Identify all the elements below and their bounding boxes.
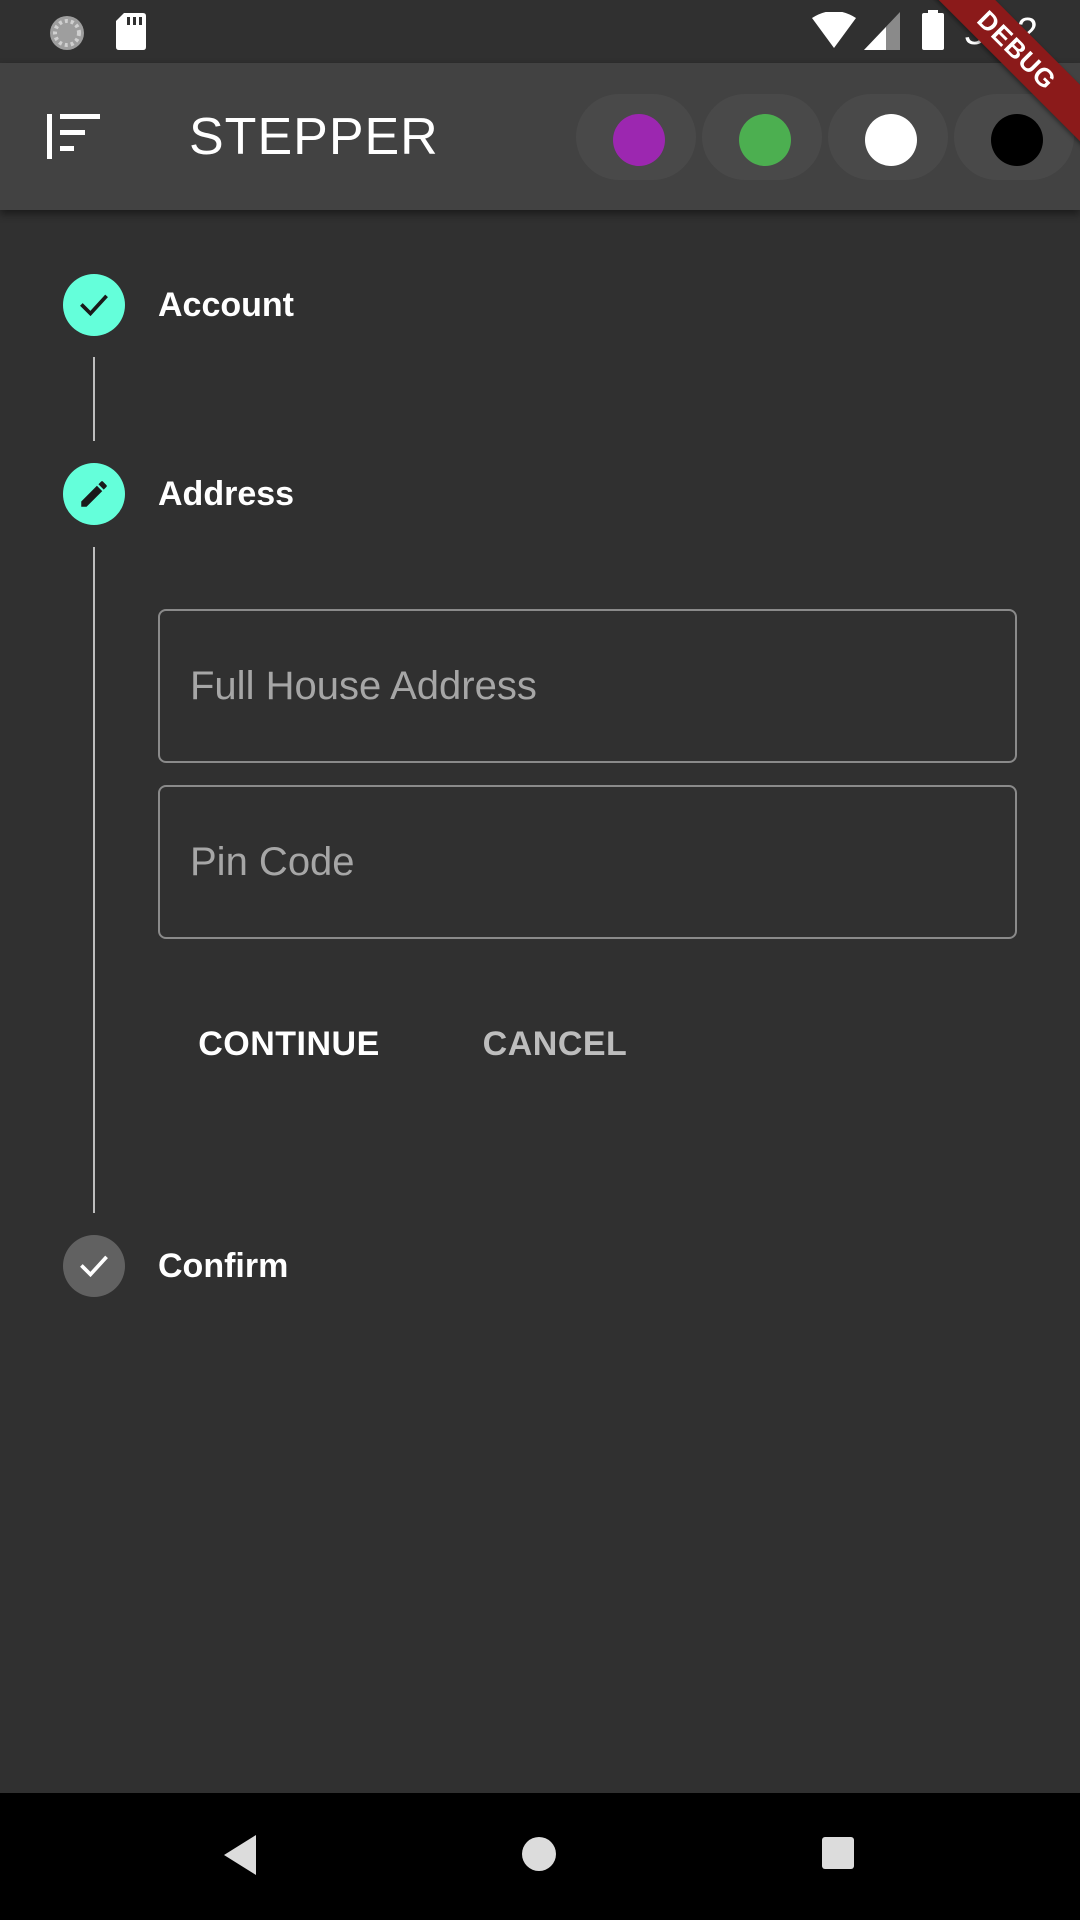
full-address-input[interactable]	[160, 611, 1015, 761]
white-color-swatch	[865, 114, 917, 166]
theme-white-button[interactable]	[828, 94, 948, 180]
black-color-swatch	[991, 114, 1043, 166]
system-nav-bar	[0, 1793, 1080, 1920]
green-color-swatch	[739, 114, 791, 166]
status-bar: 3:42	[0, 0, 1080, 63]
theme-green-button[interactable]	[702, 94, 822, 180]
step-confirm-indicator	[63, 1235, 125, 1297]
screen: 3:42 DEBUG STEPPER	[0, 0, 1080, 1920]
full-address-field[interactable]	[158, 609, 1017, 763]
step-address-label: Address	[158, 475, 295, 513]
page-title: STEPPER	[189, 108, 439, 166]
sort-menu-icon[interactable]	[38, 103, 108, 169]
recents-icon[interactable]	[821, 1836, 855, 1870]
pin-code-field[interactable]	[158, 785, 1017, 939]
check-icon	[80, 1255, 108, 1278]
step-address-indicator	[63, 463, 125, 525]
back-icon[interactable]	[222, 1833, 258, 1877]
step-account-label: Account	[158, 286, 294, 324]
theme-purple-button[interactable]	[576, 94, 696, 180]
wifi-icon	[812, 12, 856, 48]
battery-icon	[922, 10, 944, 50]
purple-color-swatch	[613, 114, 665, 166]
home-icon[interactable]	[521, 1836, 557, 1872]
pin-code-input[interactable]	[160, 787, 1015, 937]
cell-signal-icon	[864, 12, 900, 50]
step-account-indicator	[63, 274, 125, 336]
step-connector	[93, 357, 95, 441]
sd-card-icon	[116, 13, 146, 50]
step-connector	[93, 547, 95, 1213]
step-confirm-label: Confirm	[158, 1247, 289, 1285]
pencil-icon	[81, 481, 107, 507]
loading-icon	[50, 16, 84, 50]
check-icon	[80, 294, 108, 317]
cancel-button[interactable]: CANCEL	[474, 1016, 636, 1072]
app-bar: STEPPER	[0, 63, 1080, 210]
continue-button[interactable]: CONTINUE	[186, 1016, 392, 1072]
